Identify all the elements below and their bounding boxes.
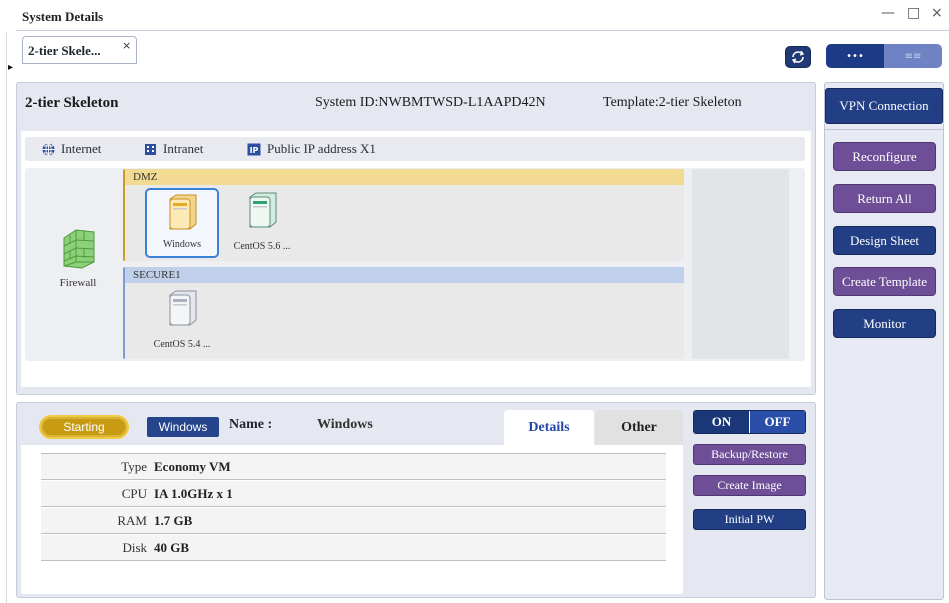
firewall[interactable]: Firewall (53, 226, 103, 289)
name-value: Windows (317, 417, 373, 432)
cursor-arrow-icon: ▸ (8, 62, 14, 73)
monitor-button[interactable]: Monitor (833, 309, 936, 338)
server-windows-icon (169, 194, 197, 230)
reconfigure-button[interactable]: Reconfigure (833, 142, 936, 171)
server-detail-panel: Starting Windows Name : Windows Details … (16, 402, 816, 598)
maximize-button[interactable]: □ (907, 5, 920, 21)
tab-other[interactable]: Other (595, 410, 683, 445)
minimize-button[interactable]: — (881, 5, 895, 21)
detail-key: Disk (122, 540, 147, 555)
return-all-button[interactable]: Return All (833, 184, 936, 213)
system-id: System ID:NWBMTWSD-L1AAPD42N (315, 95, 546, 110)
network-public-ip[interactable]: IP Public IP address X1 (247, 141, 376, 157)
server-centos-54[interactable]: CentOS 5.4 ... (145, 286, 219, 356)
network-label: Internet (61, 141, 102, 156)
zone-side-box (692, 169, 789, 359)
create-image-button[interactable]: Create Image (693, 475, 806, 496)
title-divider (16, 30, 949, 31)
system-diagram: Internet Intranet IP Public IP address X… (21, 131, 811, 387)
document-tab-label: 2-tier Skele... (28, 43, 101, 58)
sidebar-divider (825, 129, 943, 130)
system-template: Template:2-tier Skeleton (603, 95, 742, 110)
system-name: 2-tier Skeleton (25, 95, 119, 111)
network-intranet[interactable]: Intranet (143, 141, 203, 157)
power-on-button[interactable]: ON (694, 411, 749, 433)
server-centos-icon (249, 192, 277, 228)
os-badge: Windows (147, 417, 219, 437)
detail-row-ram: RAM 1.7 GB (41, 508, 666, 534)
network-label: Public IP address X1 (267, 141, 376, 156)
ip-icon: IP (247, 142, 261, 156)
close-window-button[interactable]: × (931, 5, 943, 21)
refresh-button[interactable] (785, 46, 811, 68)
document-tab[interactable]: 2-tier Skele... × (22, 36, 137, 64)
detail-value: IA 1.0GHz x 1 (154, 486, 233, 501)
power-off-button[interactable]: OFF (749, 411, 805, 433)
detail-row-type: Type Economy VM (41, 454, 666, 480)
network-bar: Internet Intranet IP Public IP address X… (25, 137, 805, 161)
server-centos-icon (169, 290, 197, 326)
network-label: Intranet (163, 141, 204, 156)
server-label: Windows (163, 239, 201, 250)
create-template-button[interactable]: Create Template (833, 267, 936, 296)
server-label: CentOS 5.6 ... (233, 241, 291, 252)
detail-key: CPU (121, 486, 147, 501)
detail-key: RAM (117, 513, 147, 528)
zone-secure1-label: SECURE1 (125, 267, 684, 283)
detail-value: 40 GB (154, 540, 190, 555)
action-sidebar: VPN Connection Reconfigure Return All De… (824, 82, 944, 600)
view-toggle[interactable]: ••• ≡≡ (826, 44, 942, 68)
backup-restore-button[interactable]: Backup/Restore (693, 444, 806, 465)
details-table: Type Economy VM CPU IA 1.0GHz x 1 RAM 1.… (21, 445, 683, 594)
svg-text:IP: IP (250, 146, 259, 155)
server-centos-56[interactable]: CentOS 5.6 ... (225, 188, 299, 258)
window-title: System Details (22, 9, 104, 24)
detail-value: Economy VM (154, 459, 231, 474)
refresh-icon (791, 50, 805, 64)
detail-value: 1.7 GB (154, 513, 193, 528)
close-tab-icon[interactable]: × (122, 39, 131, 52)
diagram-view-button[interactable]: ••• (826, 44, 884, 68)
building-icon (143, 142, 157, 156)
vpn-connection-button[interactable]: VPN Connection (825, 88, 943, 124)
initial-pw-button[interactable]: Initial PW (693, 509, 806, 530)
detail-row-cpu: CPU IA 1.0GHz x 1 (41, 481, 666, 507)
name-label: Name : (229, 417, 273, 432)
design-sheet-button[interactable]: Design Sheet (833, 226, 936, 255)
zone-dmz: DMZ Windows CentOS 5.6 ... (123, 169, 684, 261)
zones-area: Firewall DMZ Windows CentOS 5.6 ... SECU… (25, 168, 805, 361)
zone-dmz-label: DMZ (125, 169, 684, 185)
firewall-label: Firewall (59, 277, 97, 289)
server-windows[interactable]: Windows (145, 188, 219, 258)
power-toggle[interactable]: ON OFF (693, 410, 806, 434)
globe-icon (41, 142, 55, 156)
network-internet[interactable]: Internet (41, 141, 101, 157)
server-label: CentOS 5.4 ... (153, 339, 211, 350)
system-panel: 2-tier Skeleton System ID:NWBMTWSD-L1AAP… (16, 82, 816, 395)
status-badge: Starting (39, 415, 129, 439)
title-bar: System Details — □ × (0, 0, 949, 32)
firewall-icon (63, 229, 95, 269)
detail-row-disk: Disk 40 GB (41, 535, 666, 561)
list-view-button[interactable]: ≡≡ (884, 44, 942, 68)
zone-secure1: SECURE1 CentOS 5.4 ... (123, 267, 684, 359)
tab-details[interactable]: Details (504, 410, 594, 445)
window-left-border (6, 32, 7, 603)
detail-key: Type (121, 459, 147, 474)
